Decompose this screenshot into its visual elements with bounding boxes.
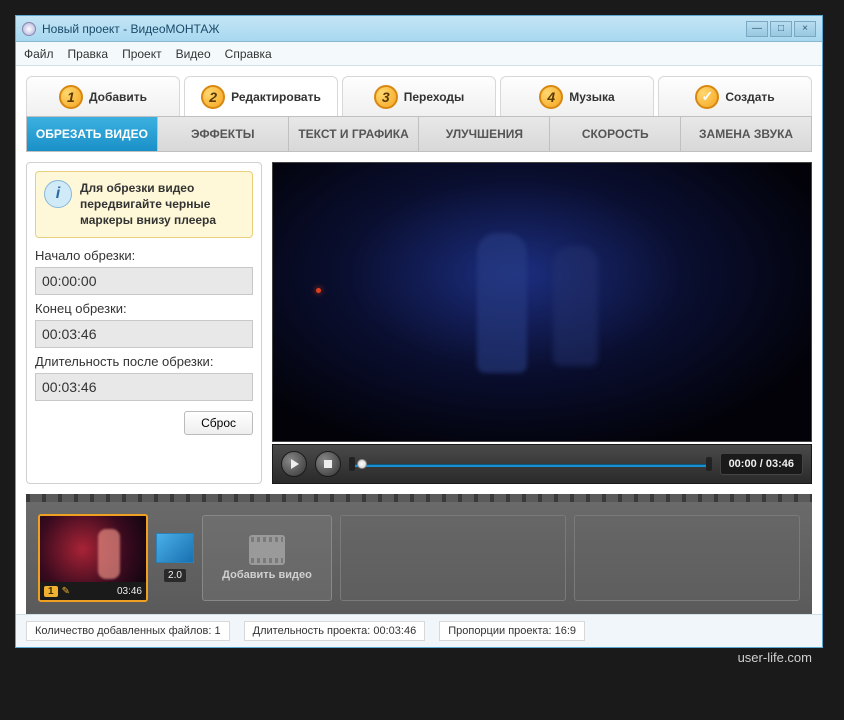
empty-slot[interactable] (340, 515, 566, 601)
step-label: Переходы (404, 90, 465, 104)
add-video-slot[interactable]: Добавить видео (202, 515, 332, 601)
step-music[interactable]: 4 Музыка (500, 76, 654, 116)
menu-edit[interactable]: Правка (68, 47, 109, 61)
status-files: Количество добавленных файлов: 1 (26, 621, 230, 641)
statusbar: Количество добавленных файлов: 1 Длитель… (16, 614, 822, 647)
step-number-icon: 3 (374, 85, 398, 109)
content-area: 1 Добавить 2 Редактировать 3 Переходы 4 … (16, 66, 822, 614)
transition-icon (156, 533, 194, 563)
menu-file[interactable]: Файл (24, 47, 54, 61)
step-create[interactable]: ✓ Создать (658, 76, 812, 116)
info-box: i Для обрезки видео передвигайте черные … (35, 171, 253, 238)
status-ratio: Пропорции проекта: 16:9 (439, 621, 585, 641)
trim-marker-end[interactable] (706, 457, 712, 471)
subtab-speed[interactable]: СКОРОСТЬ (550, 117, 681, 151)
step-tabs: 1 Добавить 2 Редактировать 3 Переходы 4 … (26, 76, 812, 116)
add-video-label: Добавить видео (222, 569, 312, 581)
menubar: Файл Правка Проект Видео Справка (16, 42, 822, 66)
menu-video[interactable]: Видео (176, 47, 211, 61)
maximize-button[interactable]: □ (770, 21, 792, 37)
stop-icon (324, 460, 332, 468)
info-text: Для обрезки видео передвигайте черные ма… (80, 180, 244, 229)
stop-button[interactable] (315, 451, 341, 477)
preview-area: 00:00 / 03:46 (272, 162, 812, 484)
transition-chip[interactable]: 2.0 (156, 533, 194, 583)
trim-panel: i Для обрезки видео передвигайте черные … (26, 162, 262, 484)
menu-help[interactable]: Справка (225, 47, 272, 61)
clip-index: 1 (44, 586, 58, 597)
video-frame (273, 163, 811, 441)
subtab-audio[interactable]: ЗАМЕНА ЗВУКА (681, 117, 811, 151)
step-transitions[interactable]: 3 Переходы (342, 76, 496, 116)
transition-duration: 2.0 (164, 569, 186, 582)
time-display: 00:00 / 03:46 (720, 453, 803, 475)
empty-slot[interactable] (574, 515, 800, 601)
info-icon: i (44, 180, 72, 208)
start-label: Начало обрезки: (35, 248, 253, 263)
step-label: Добавить (89, 90, 147, 104)
minimize-button[interactable]: — (746, 21, 768, 37)
reset-button[interactable]: Сброс (184, 411, 253, 435)
status-duration: Длительность проекта: 00:03:46 (244, 621, 426, 641)
timeline: 1 ✎ 03:46 2.0 Добавить видео (26, 494, 812, 614)
window-title: Новый проект - ВидеоМОНТАЖ (42, 22, 746, 36)
subtab-text[interactable]: ТЕКСТ И ГРАФИКА (289, 117, 420, 151)
titlebar[interactable]: Новый проект - ВидеоМОНТАЖ — □ × (16, 16, 822, 42)
app-window: Новый проект - ВидеоМОНТАЖ — □ × Файл Пр… (15, 15, 823, 648)
video-preview[interactable] (272, 162, 812, 442)
step-label: Музыка (569, 90, 614, 104)
seek-bar[interactable] (349, 453, 712, 475)
subtab-enhance[interactable]: УЛУЧШЕНИЯ (419, 117, 550, 151)
close-button[interactable]: × (794, 21, 816, 37)
step-label: Создать (725, 90, 774, 104)
menu-project[interactable]: Проект (122, 47, 162, 61)
start-input[interactable] (35, 267, 253, 295)
play-button[interactable] (281, 451, 307, 477)
duration-label: Длительность после обрезки: (35, 354, 253, 369)
end-input[interactable] (35, 320, 253, 348)
playhead[interactable] (357, 459, 367, 469)
step-number-icon: 2 (201, 85, 225, 109)
app-icon (22, 22, 36, 36)
clip-image (40, 516, 146, 582)
player-controls: 00:00 / 03:46 (272, 444, 812, 484)
sub-tabs: ОБРЕЗАТЬ ВИДЕО ЭФФЕКТЫ ТЕКСТ И ГРАФИКА У… (26, 116, 812, 152)
pencil-icon[interactable]: ✎ (62, 586, 70, 597)
watermark: user-life.com (738, 650, 812, 665)
duration-input[interactable] (35, 373, 253, 401)
clip-thumbnail[interactable]: 1 ✎ 03:46 (38, 514, 148, 602)
end-label: Конец обрезки: (35, 301, 253, 316)
checkmark-icon: ✓ (695, 85, 719, 109)
clip-duration: 03:46 (117, 586, 142, 597)
step-label: Редактировать (231, 90, 321, 104)
step-number-icon: 4 (539, 85, 563, 109)
subtab-effects[interactable]: ЭФФЕКТЫ (158, 117, 289, 151)
film-icon (249, 535, 285, 565)
step-edit[interactable]: 2 Редактировать (184, 76, 338, 116)
subtab-trim[interactable]: ОБРЕЗАТЬ ВИДЕО (27, 117, 158, 151)
step-number-icon: 1 (59, 85, 83, 109)
step-add[interactable]: 1 Добавить (26, 76, 180, 116)
play-icon (291, 459, 299, 469)
trim-marker-start[interactable] (349, 457, 355, 471)
